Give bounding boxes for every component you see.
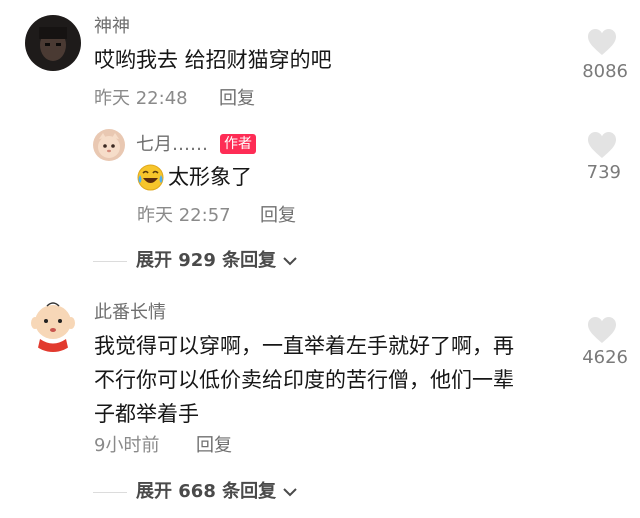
- comment-text-line: 子都举着手: [94, 402, 199, 426]
- like-count: 8086: [582, 61, 628, 82]
- heart-icon: [588, 317, 616, 343]
- expand-replies-button[interactable]: 展开 929 条回复: [136, 250, 297, 272]
- like-count: 4626: [582, 347, 628, 368]
- comment-text: 哎哟我去 给招财猫穿的吧: [94, 48, 332, 72]
- chevron-down-icon: [283, 257, 297, 266]
- laughing-crying-emoji: [137, 164, 164, 191]
- like-button[interactable]: [587, 28, 617, 60]
- like-button[interactable]: [587, 316, 617, 348]
- divider: [93, 261, 127, 262]
- avatar[interactable]: [25, 296, 81, 352]
- reply-button[interactable]: 回复: [196, 435, 232, 457]
- comment-text-line: 我觉得可以穿啊，一直举着左手就好了啊，再: [94, 334, 514, 358]
- expand-replies-button[interactable]: 展开 668 条回复: [136, 481, 297, 503]
- author-badge: 作者: [220, 134, 256, 154]
- comment-time: 昨天 22:48: [94, 88, 188, 109]
- avatar[interactable]: [93, 129, 125, 161]
- reply-text: 太形象了: [168, 165, 252, 189]
- heart-icon: [588, 29, 616, 55]
- chevron-down-icon: [283, 488, 297, 497]
- like-button[interactable]: [587, 131, 617, 163]
- reply-time: 昨天 22:57: [137, 205, 231, 226]
- expand-replies-label: 展开 929 条回复: [136, 250, 277, 271]
- reply-button[interactable]: 回复: [260, 205, 296, 227]
- reply-username[interactable]: 七月……: [136, 134, 208, 156]
- heart-icon: [588, 132, 616, 158]
- avatar[interactable]: [25, 15, 81, 71]
- reply-button[interactable]: 回复: [219, 88, 255, 110]
- comment-username[interactable]: 此番长情: [94, 302, 166, 324]
- comment-text-line: 不行你可以低价卖给印度的苦行僧，他们一辈: [94, 368, 514, 392]
- divider: [93, 492, 127, 493]
- comment-username[interactable]: 神神: [94, 16, 130, 38]
- comment-time: 9小时前: [94, 435, 160, 456]
- like-count: 739: [586, 162, 621, 183]
- expand-replies-label: 展开 668 条回复: [136, 481, 277, 502]
